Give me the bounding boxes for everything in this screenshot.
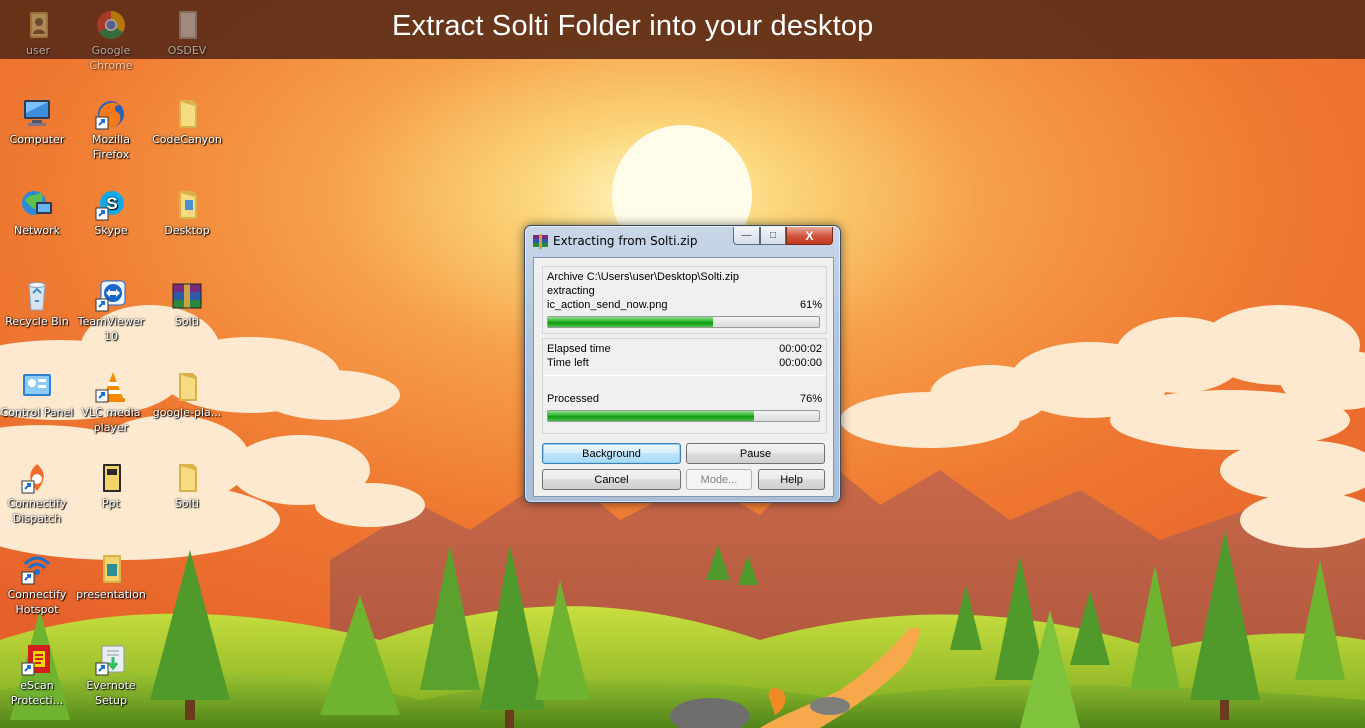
desktop-icon-label: Ppt (102, 497, 120, 510)
evernote-setup-icon (93, 643, 129, 677)
control-panel-icon (19, 370, 55, 404)
minimize-icon: — (741, 230, 752, 241)
cancel-button[interactable]: Cancel (542, 469, 681, 490)
desktop-icon-teamviewer[interactable]: TeamViewer 10 (73, 279, 149, 344)
elapsed-time-value: 00:00:02 (779, 343, 822, 355)
processed-percent: 76% (799, 393, 822, 405)
time-progress-panel: Elapsed time 00:00:02 Time left 00:00:00… (542, 338, 827, 434)
mode-button[interactable]: Mode... (686, 469, 752, 490)
desktop-icon-label: Network (14, 224, 60, 237)
teamviewer-icon (93, 279, 129, 313)
computer-icon (19, 97, 55, 131)
desktop-icon-osdev[interactable]: OSDEV (149, 8, 225, 58)
desktop-icon-label: CodeCanyon (152, 133, 222, 146)
processed-progress-bar (547, 410, 820, 422)
folder-icon (169, 97, 205, 131)
desktop-icon-label: Solti (174, 497, 200, 510)
time-left-value: 00:00:00 (779, 357, 822, 369)
folder-icon (93, 461, 129, 495)
skype-icon: S (93, 188, 129, 222)
desktop-icon-label: Connectify Hotspot (7, 588, 67, 616)
desktop-icon-label: Desktop (164, 224, 210, 237)
connectify-dispatch-icon (19, 461, 55, 495)
recycle-bin-icon (19, 279, 55, 313)
folder-icon (169, 188, 205, 222)
winrar-archive-icon (169, 279, 205, 313)
archive-path: Archive C:\Users\user\Desktop\Solti.zip (547, 271, 739, 283)
desktop-icon-skype[interactable]: S Skype (73, 188, 149, 238)
network-icon (19, 188, 55, 222)
desktop-icon-control-panel[interactable]: Control Panel (0, 370, 75, 420)
desktop-icon-codecanyon[interactable]: CodeCanyon (149, 97, 225, 147)
folder-icon (169, 8, 205, 42)
desktop-icon-label: google-pla... (152, 406, 222, 419)
desktop-icon-label: Evernote Setup (86, 679, 136, 707)
desktop-icon-solti-folder[interactable]: Solti (149, 461, 225, 511)
desktop-icon-label: Control Panel (0, 406, 74, 419)
desktop-icon-label: Google Chrome (89, 44, 133, 72)
desktop-icon-vlc[interactable]: VLC media player (73, 370, 149, 435)
desktop-icon-label: Solti (174, 315, 200, 328)
connectify-hotspot-icon (19, 552, 55, 586)
current-file-name: ic_action_send_now.png (547, 299, 668, 311)
chrome-icon (93, 8, 129, 42)
desktop-icon-google-play[interactable]: google-pla... (149, 370, 225, 420)
time-left-label: Time left (547, 357, 589, 369)
desktop-icon-label: Connectify Dispatch (7, 497, 67, 525)
pause-button[interactable]: Pause (686, 443, 825, 464)
processed-progress-fill (548, 411, 754, 421)
maximize-button[interactable]: □ (760, 227, 786, 245)
winrar-app-icon (532, 233, 549, 250)
background-button[interactable]: Background (542, 443, 681, 464)
desktop-icon-escan[interactable]: eScan Protecti... (0, 643, 75, 708)
escan-icon (19, 643, 55, 677)
desktop-icon-presentation[interactable]: presentation (73, 552, 149, 602)
desktop-icon-connectify-dispatch[interactable]: Connectify Dispatch (0, 461, 75, 526)
firefox-icon (93, 97, 129, 131)
maximize-icon: □ (769, 230, 777, 241)
action-status: extracting (547, 285, 595, 297)
desktop-icon-label: presentation (76, 588, 146, 601)
file-percent: 61% (799, 299, 822, 311)
desktop-icon-label: Mozilla Firefox (92, 133, 130, 161)
desktop-icon-label: OSDEV (167, 44, 207, 57)
file-progress-bar (547, 316, 820, 328)
processed-label: Processed (547, 393, 599, 405)
file-progress-fill (548, 317, 714, 327)
desktop-icon-google-chrome[interactable]: Google Chrome (73, 8, 149, 73)
elapsed-time-label: Elapsed time (547, 343, 611, 355)
desktop-icon-label: VLC media player (81, 406, 141, 434)
desktop-icon-ppt[interactable]: Ppt (73, 461, 149, 511)
panel-divider (543, 375, 826, 376)
vlc-icon (93, 370, 129, 404)
desktop-icon-solti-archive[interactable]: Solti (149, 279, 225, 329)
desktop-icon-label: eScan Protecti... (10, 679, 64, 707)
dialog-body: Archive C:\Users\user\Desktop\Solti.zip … (533, 257, 834, 497)
desktop-icon-evernote[interactable]: Evernote Setup (73, 643, 149, 708)
minimize-button[interactable]: — (733, 227, 760, 245)
close-icon: X (805, 228, 814, 243)
user-folder-icon (20, 8, 56, 42)
extraction-dialog: Extracting from Solti.zip — □ X Archive … (524, 225, 841, 503)
desktop-icon-computer[interactable]: Computer (0, 97, 75, 147)
file-progress-panel: Archive C:\Users\user\Desktop\Solti.zip … (542, 266, 827, 334)
help-button[interactable]: Help (758, 469, 825, 490)
dialog-title: Extracting from Solti.zip (553, 234, 698, 248)
desktop-icon-label: Skype (94, 224, 128, 237)
folder-icon (169, 461, 205, 495)
folder-icon (93, 552, 129, 586)
desktop-icon-network[interactable]: Network (0, 188, 75, 238)
desktop-icon-desktop[interactable]: Desktop (149, 188, 225, 238)
desktop-icon-label: user (26, 44, 50, 57)
desktop-icon-connectify-hotspot[interactable]: Connectify Hotspot (0, 552, 75, 617)
close-button[interactable]: X (786, 227, 833, 245)
folder-icon (169, 370, 205, 404)
banner-title: Extract Solti Folder into your desktop (392, 10, 874, 42)
desktop-icon-label: Recycle Bin (5, 315, 69, 328)
desktop-icon-label: TeamViewer 10 (77, 315, 145, 343)
desktop-icon-mozilla-firefox[interactable]: Mozilla Firefox (73, 97, 149, 162)
desktop-icon-label: Computer (9, 133, 65, 146)
desktop-icon-recycle-bin[interactable]: Recycle Bin (0, 279, 75, 329)
desktop-icon-user[interactable]: user (0, 8, 76, 58)
